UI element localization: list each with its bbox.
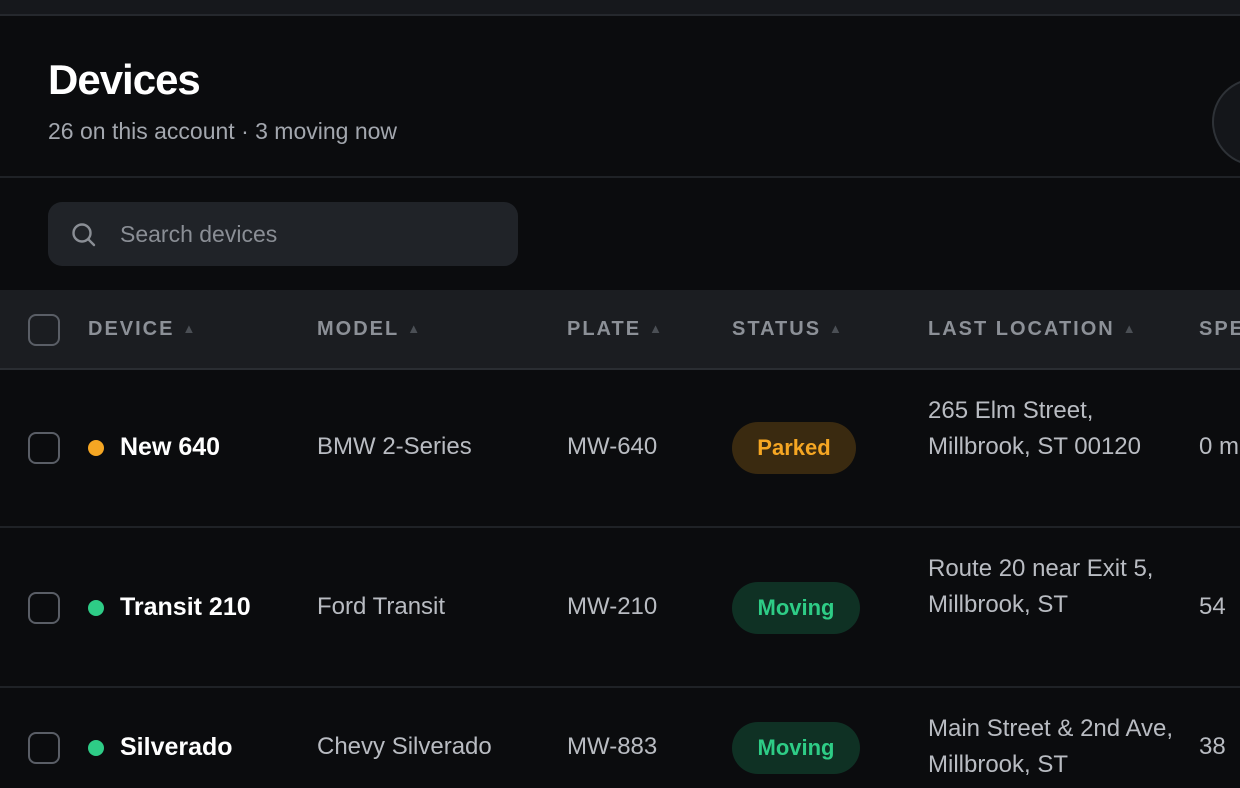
column-header-speed[interactable]: SPE [1199,318,1240,344]
page-header: Devices 26 on this account · 3 moving no… [0,16,1240,178]
select-all-checkbox[interactable] [28,314,60,346]
device-plate: MW-210 [567,593,658,620]
last-location: 265 Elm Street, Millbrook, ST 00120 [928,397,1141,460]
column-label: STATUS [732,318,822,340]
status-badge: Moving [732,582,860,634]
sort-icon: ▲ [407,321,421,336]
table-row[interactable]: Silverado Chevy Silverado MW-883 Moving … [0,688,1240,788]
column-header-status[interactable]: STATUS ▲ [732,318,842,344]
table-header: DEVICE ▲ MODEL ▲ PLATE ▲ STATUS ▲ LAST LOCAT… [0,290,1240,370]
column-header-plate[interactable]: PLATE ▲ [567,318,662,344]
last-location: Main Street & 2nd Ave, Millbrook, ST [928,715,1174,778]
column-label: DEVICE [88,318,175,340]
table-row[interactable]: New 640 BMW 2-Series MW-640 Parked 265 E… [0,370,1240,528]
page-title: Devices [48,56,201,103]
status-badge: Parked [732,422,856,474]
column-label: SPE [1199,318,1240,340]
status-badge: Moving [732,722,860,774]
device-speed: 0 m [1199,433,1240,460]
column-header-last-location[interactable]: LAST LOCATION ▲ [928,318,1136,344]
device-model: BMW 2-Series [317,433,472,460]
row-checkbox[interactable] [28,592,60,624]
device-speed: 54 [1199,593,1226,620]
search-input[interactable] [120,202,500,266]
page-subtitle: 26 on this account · 3 moving now [48,118,398,144]
sort-icon: ▲ [649,321,662,336]
search-box[interactable] [48,202,518,266]
column-header-model[interactable]: MODEL ▲ [317,318,420,344]
status-dot [88,740,104,756]
device-plate: MW-883 [567,733,658,760]
device-name[interactable]: New 640 [120,433,220,462]
search-icon [72,223,96,247]
table-row[interactable]: Transit 210 Ford Transit MW-210 Moving R… [0,528,1240,688]
device-model: Ford Transit [317,593,446,620]
column-header-device[interactable]: DEVICE ▲ [88,318,195,344]
device-model: Chevy Silverado [317,733,492,760]
status-dot [88,440,104,456]
status-dot [88,600,104,616]
column-label: LAST LOCATION [928,318,1115,340]
column-label: MODEL [317,318,400,340]
device-name[interactable]: Transit 210 [120,593,251,622]
last-location: Route 20 near Exit 5, Millbrook, ST [928,555,1154,618]
sort-icon: ▲ [829,321,842,336]
column-label: PLATE [567,318,642,340]
sort-icon: ▲ [182,321,196,336]
top-bar [0,0,1240,16]
sort-icon: ▲ [1122,321,1136,336]
header-action-button[interactable] [1212,78,1240,166]
device-plate: MW-640 [567,433,658,460]
device-speed: 38 [1199,733,1226,760]
row-checkbox[interactable] [28,432,60,464]
device-name[interactable]: Silverado [120,733,233,762]
row-checkbox[interactable] [28,732,60,764]
